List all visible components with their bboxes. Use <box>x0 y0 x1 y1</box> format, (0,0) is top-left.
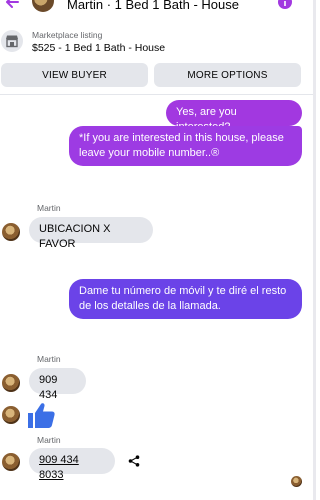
avatar[interactable] <box>2 374 20 392</box>
phone-number-link[interactable]: 909 434 8033 <box>39 454 79 481</box>
sender-name: Martin <box>37 354 61 364</box>
message-bubble-incoming[interactable]: 909 434 8033 <box>29 448 115 481</box>
share-icon <box>128 455 140 467</box>
sender-name: Martin <box>37 435 61 445</box>
message-bubble-incoming[interactable]: 909 434 <box>29 368 86 401</box>
header-bar: Martin · 1 Bed 1 Bath - House <box>0 0 316 14</box>
sender-name: Martin <box>37 203 61 213</box>
more-options-button[interactable]: MORE OPTIONS <box>154 63 301 87</box>
info-icon[interactable] <box>278 0 292 9</box>
thumbs-up-icon[interactable] <box>26 401 56 429</box>
marketplace-listing[interactable]: Marketplace listing $525 - 1 Bed 1 Bath … <box>0 29 316 59</box>
avatar[interactable] <box>2 453 20 471</box>
message-bubble-outgoing[interactable]: Dame tu número de móvil y te diré el res… <box>69 279 302 319</box>
message-bubble-outgoing[interactable]: Yes, are you interested? <box>166 100 302 133</box>
listing-price-title: $525 - 1 Bed 1 Bath - House <box>32 42 166 54</box>
avatar[interactable] <box>2 406 20 424</box>
avatar[interactable] <box>2 223 20 241</box>
scrollbar-track[interactable] <box>313 0 316 500</box>
listing-icon-circle <box>1 30 23 52</box>
share-button[interactable] <box>123 450 145 472</box>
back-arrow-icon[interactable] <box>4 0 20 10</box>
conversation-title[interactable]: Martin · 1 Bed 1 Bath - House <box>67 0 239 12</box>
divider <box>0 94 316 95</box>
view-buyer-button[interactable]: VIEW BUYER <box>1 63 148 87</box>
read-receipt-avatar <box>291 476 302 487</box>
message-bubble-incoming[interactable]: UBICACION X FAVOR <box>29 217 153 250</box>
header-avatar[interactable] <box>32 0 54 12</box>
message-bubble-outgoing[interactable]: *If you are interested in this house, pl… <box>69 126 302 166</box>
store-icon <box>6 35 18 48</box>
listing-label: Marketplace listing <box>32 30 103 40</box>
